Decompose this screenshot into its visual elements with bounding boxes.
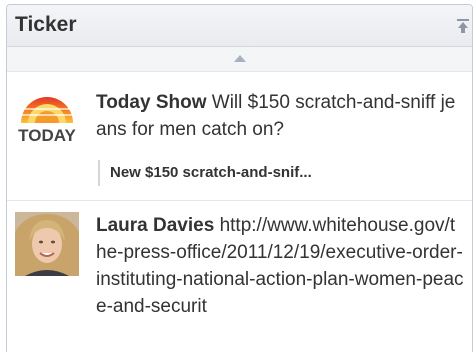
ticker-story[interactable]: TODAY Today Show Will $150 scratch-and-s… — [7, 72, 472, 201]
story-author[interactable]: Today Show — [96, 92, 206, 113]
profile-photo[interactable] — [15, 212, 79, 276]
scroll-up-bar[interactable] — [7, 47, 472, 72]
ticker-header: Ticker — [7, 5, 472, 47]
ticker-title: Ticker — [15, 13, 77, 36]
link-preview[interactable]: New $150 scratch-and-snif... — [98, 160, 312, 186]
today-show-logo[interactable]: TODAY — [15, 83, 79, 147]
story-author[interactable]: Laura Davies — [96, 215, 214, 236]
story-text: Laura Davies http://www.whitehouse.gov/t… — [96, 212, 464, 320]
scroll-up-icon[interactable] — [233, 55, 246, 62]
svg-text:TODAY: TODAY — [18, 126, 76, 145]
ticker-panel: Ticker TODAY Today Show Will $150 scratc… — [6, 4, 473, 352]
story-text: Today Show Will $150 scratch-and-sniff j… — [96, 89, 464, 143]
popout-arrow-icon[interactable] — [456, 19, 470, 33]
ticker-story[interactable]: Laura Davies http://www.whitehouse.gov/t… — [7, 201, 472, 352]
